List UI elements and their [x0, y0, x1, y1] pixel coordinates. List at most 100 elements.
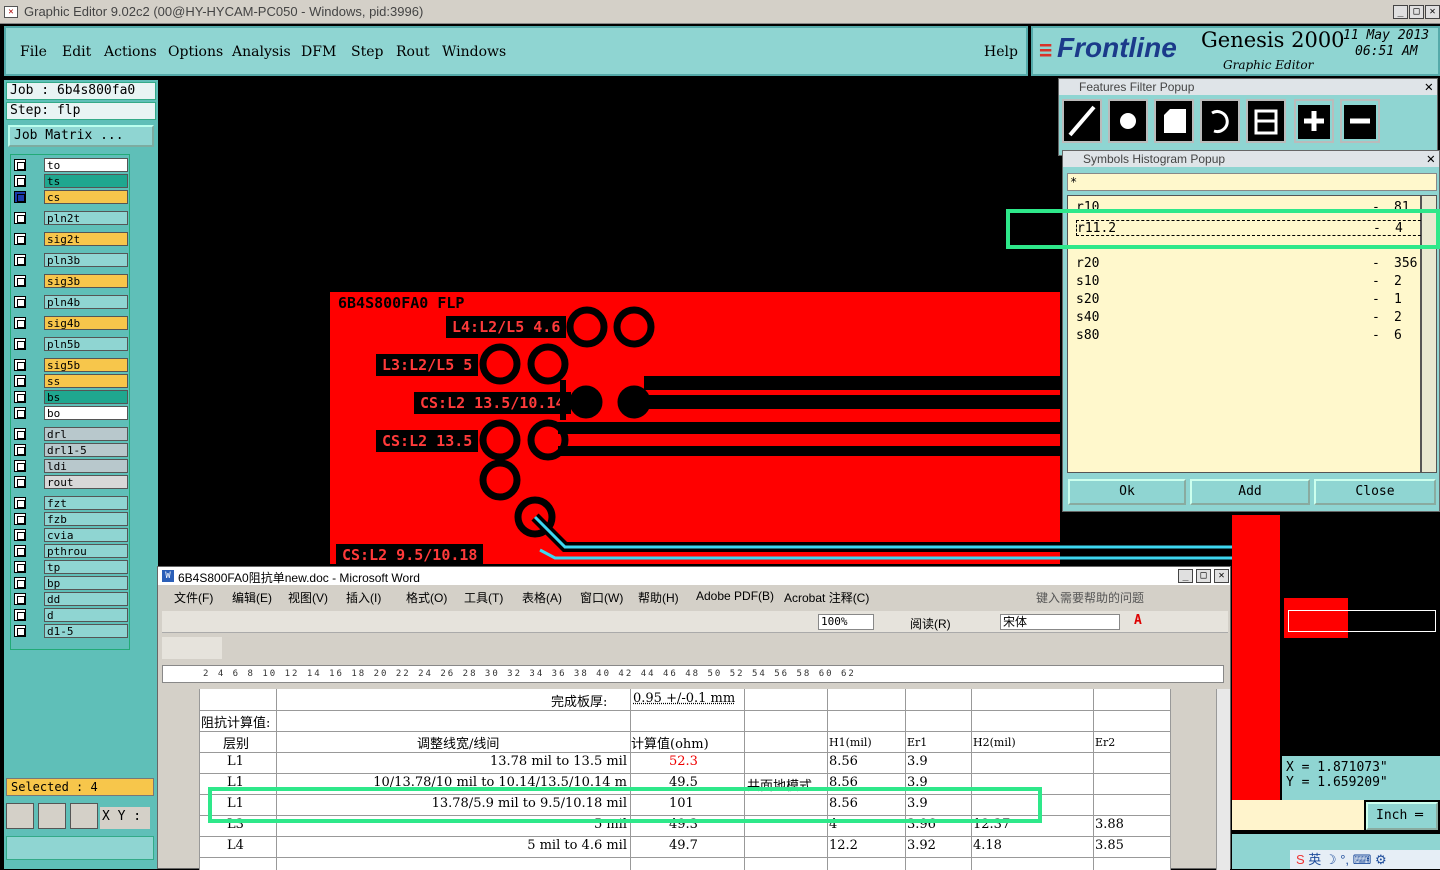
layer-row-pln4b[interactable]: pln4b	[12, 295, 128, 309]
layer-checkbox[interactable]	[14, 513, 26, 525]
minimize-button[interactable]: _	[1393, 5, 1408, 19]
surface-filter-icon[interactable]	[1154, 99, 1194, 143]
close-button[interactable]: ✕	[1425, 5, 1440, 19]
layer-checkbox[interactable]	[14, 212, 26, 224]
layer-checkbox[interactable]	[14, 593, 26, 605]
font-dropdown[interactable]: 宋体	[1000, 614, 1120, 630]
arc-filter-icon[interactable]	[1200, 99, 1240, 143]
layer-checkbox[interactable]	[14, 609, 26, 621]
ime-bar[interactable]: S 英 ☽ °, ⌨ ⚙	[1290, 850, 1440, 869]
negative-filter-icon[interactable]	[1340, 99, 1380, 143]
layer-checkbox[interactable]	[14, 529, 26, 541]
layer-row-drl1-5[interactable]: drl1-5	[12, 443, 128, 457]
positive-filter-icon[interactable]	[1294, 99, 1334, 143]
layer-row-drl[interactable]: drl	[12, 427, 128, 441]
histogram-ok-button[interactable]: Ok	[1068, 479, 1186, 505]
layer-row-bp[interactable]: bp	[12, 576, 128, 590]
layer-checkbox[interactable]	[14, 428, 26, 440]
word-maximize-button[interactable]: □	[1196, 569, 1211, 583]
word-menu-item[interactable]: Acrobat 注释(C)	[784, 589, 869, 606]
histogram-row[interactable]: s10 -2	[1076, 274, 1436, 289]
layer-checkbox[interactable]	[14, 545, 26, 557]
word-menu-item[interactable]: 帮助(H)	[638, 589, 679, 606]
layer-row-cvia[interactable]: cvia	[12, 528, 128, 542]
layer-checkbox[interactable]	[14, 359, 26, 371]
histogram-row[interactable]: r20 -356	[1076, 256, 1436, 271]
layer-checkbox[interactable]	[14, 233, 26, 245]
layer-checkbox[interactable]	[14, 561, 26, 573]
histogram-close-button[interactable]: Close	[1314, 479, 1436, 505]
layer-checkbox[interactable]	[14, 391, 26, 403]
text-filter-icon[interactable]	[1246, 99, 1286, 143]
layer-checkbox[interactable]	[14, 460, 26, 472]
histogram-add-button[interactable]: Add	[1190, 479, 1310, 505]
snap-tool-icon[interactable]	[38, 803, 66, 829]
histogram-row[interactable]: s80 -6	[1076, 328, 1436, 343]
unit-dropdown[interactable]: Inch ═	[1366, 802, 1438, 830]
layer-row-to[interactable]: to	[12, 158, 128, 172]
word-scrollbar[interactable]	[1216, 689, 1230, 870]
layer-row-ss[interactable]: ss	[12, 374, 128, 388]
word-menu-item[interactable]: 格式(O)	[406, 589, 447, 606]
layer-row-bo[interactable]: bo	[12, 406, 128, 420]
layer-row-sig5b[interactable]: sig5b	[12, 358, 128, 372]
layer-row-sig3b[interactable]: sig3b	[12, 274, 128, 288]
layer-checkbox[interactable]	[14, 159, 26, 171]
layer-row-tp[interactable]: tp	[12, 560, 128, 574]
layer-checkbox[interactable]	[14, 254, 26, 266]
layer-checkbox[interactable]	[14, 191, 26, 203]
menu-actions[interactable]: Actions	[104, 44, 157, 60]
menu-dfm[interactable]: DFM	[301, 44, 336, 60]
font-color-icon[interactable]: A	[1134, 613, 1142, 628]
menu-step[interactable]: Step	[351, 44, 383, 60]
layer-row-pln3b[interactable]: pln3b	[12, 253, 128, 267]
layer-row-d[interactable]: d	[12, 608, 128, 622]
word-help-input[interactable]: 键入需要帮助的问题	[1036, 589, 1144, 606]
layer-checkbox[interactable]	[14, 407, 26, 419]
menu-edit[interactable]: Edit	[62, 44, 91, 60]
job-matrix-button[interactable]: Job Matrix ...	[8, 125, 154, 147]
layer-row-cs[interactable]: cs	[12, 190, 128, 204]
read-button[interactable]: 阅读(R)	[910, 615, 951, 632]
layer-row-fzt[interactable]: fzt	[12, 496, 128, 510]
menu-rout[interactable]: Rout	[396, 44, 430, 60]
word-menu-item[interactable]: Adobe PDF(B)	[696, 589, 774, 603]
layer-checkbox[interactable]	[14, 317, 26, 329]
layer-checkbox[interactable]	[14, 338, 26, 350]
word-menu-item[interactable]: 工具(T)	[464, 589, 503, 606]
menu-file[interactable]: File	[20, 44, 47, 60]
layer-checkbox[interactable]	[14, 275, 26, 287]
maximize-button[interactable]: □	[1409, 5, 1424, 19]
histogram-filter-input[interactable]: *	[1067, 173, 1437, 191]
histogram-row[interactable]: s40 -2	[1076, 310, 1436, 325]
grid-tool-icon[interactable]	[70, 803, 98, 829]
menu-help[interactable]: Help	[984, 44, 1018, 60]
filter-close-icon[interactable]: ✕	[1425, 79, 1433, 95]
layer-row-pln2t[interactable]: pln2t	[12, 211, 128, 225]
word-menu-item[interactable]: 编辑(E)	[232, 589, 272, 606]
layer-checkbox[interactable]	[14, 296, 26, 308]
menu-options[interactable]: Options	[168, 44, 223, 60]
layer-row-ldi[interactable]: ldi	[12, 459, 128, 473]
layer-checkbox[interactable]	[14, 497, 26, 509]
layer-row-rout[interactable]: rout	[12, 475, 128, 489]
layer-row-sig2t[interactable]: sig2t	[12, 232, 128, 246]
menu-analysis[interactable]: Analysis	[232, 44, 291, 60]
zoom-dropdown[interactable]: 100%	[818, 614, 874, 630]
layer-row-bs[interactable]: bs	[12, 390, 128, 404]
line-filter-icon[interactable]	[1062, 99, 1102, 143]
mini-map-viewport[interactable]	[1288, 610, 1436, 632]
layer-checkbox[interactable]	[14, 476, 26, 488]
layer-row-sig4b[interactable]: sig4b	[12, 316, 128, 330]
layer-checkbox[interactable]	[14, 444, 26, 456]
layer-checkbox[interactable]	[14, 577, 26, 589]
word-minimize-button[interactable]: _	[1178, 569, 1193, 583]
word-menu-item[interactable]: 文件(F)	[174, 589, 213, 606]
histogram-row[interactable]: s20 -1	[1076, 292, 1436, 307]
word-menu-item[interactable]: 表格(A)	[522, 589, 562, 606]
word-menu-item[interactable]: 窗口(W)	[580, 589, 623, 606]
layer-row-dd[interactable]: dd	[12, 592, 128, 606]
pad-filter-icon[interactable]	[1108, 99, 1148, 143]
word-close-button[interactable]: ✕	[1214, 569, 1229, 583]
histogram-close-icon[interactable]: ✕	[1427, 151, 1435, 167]
